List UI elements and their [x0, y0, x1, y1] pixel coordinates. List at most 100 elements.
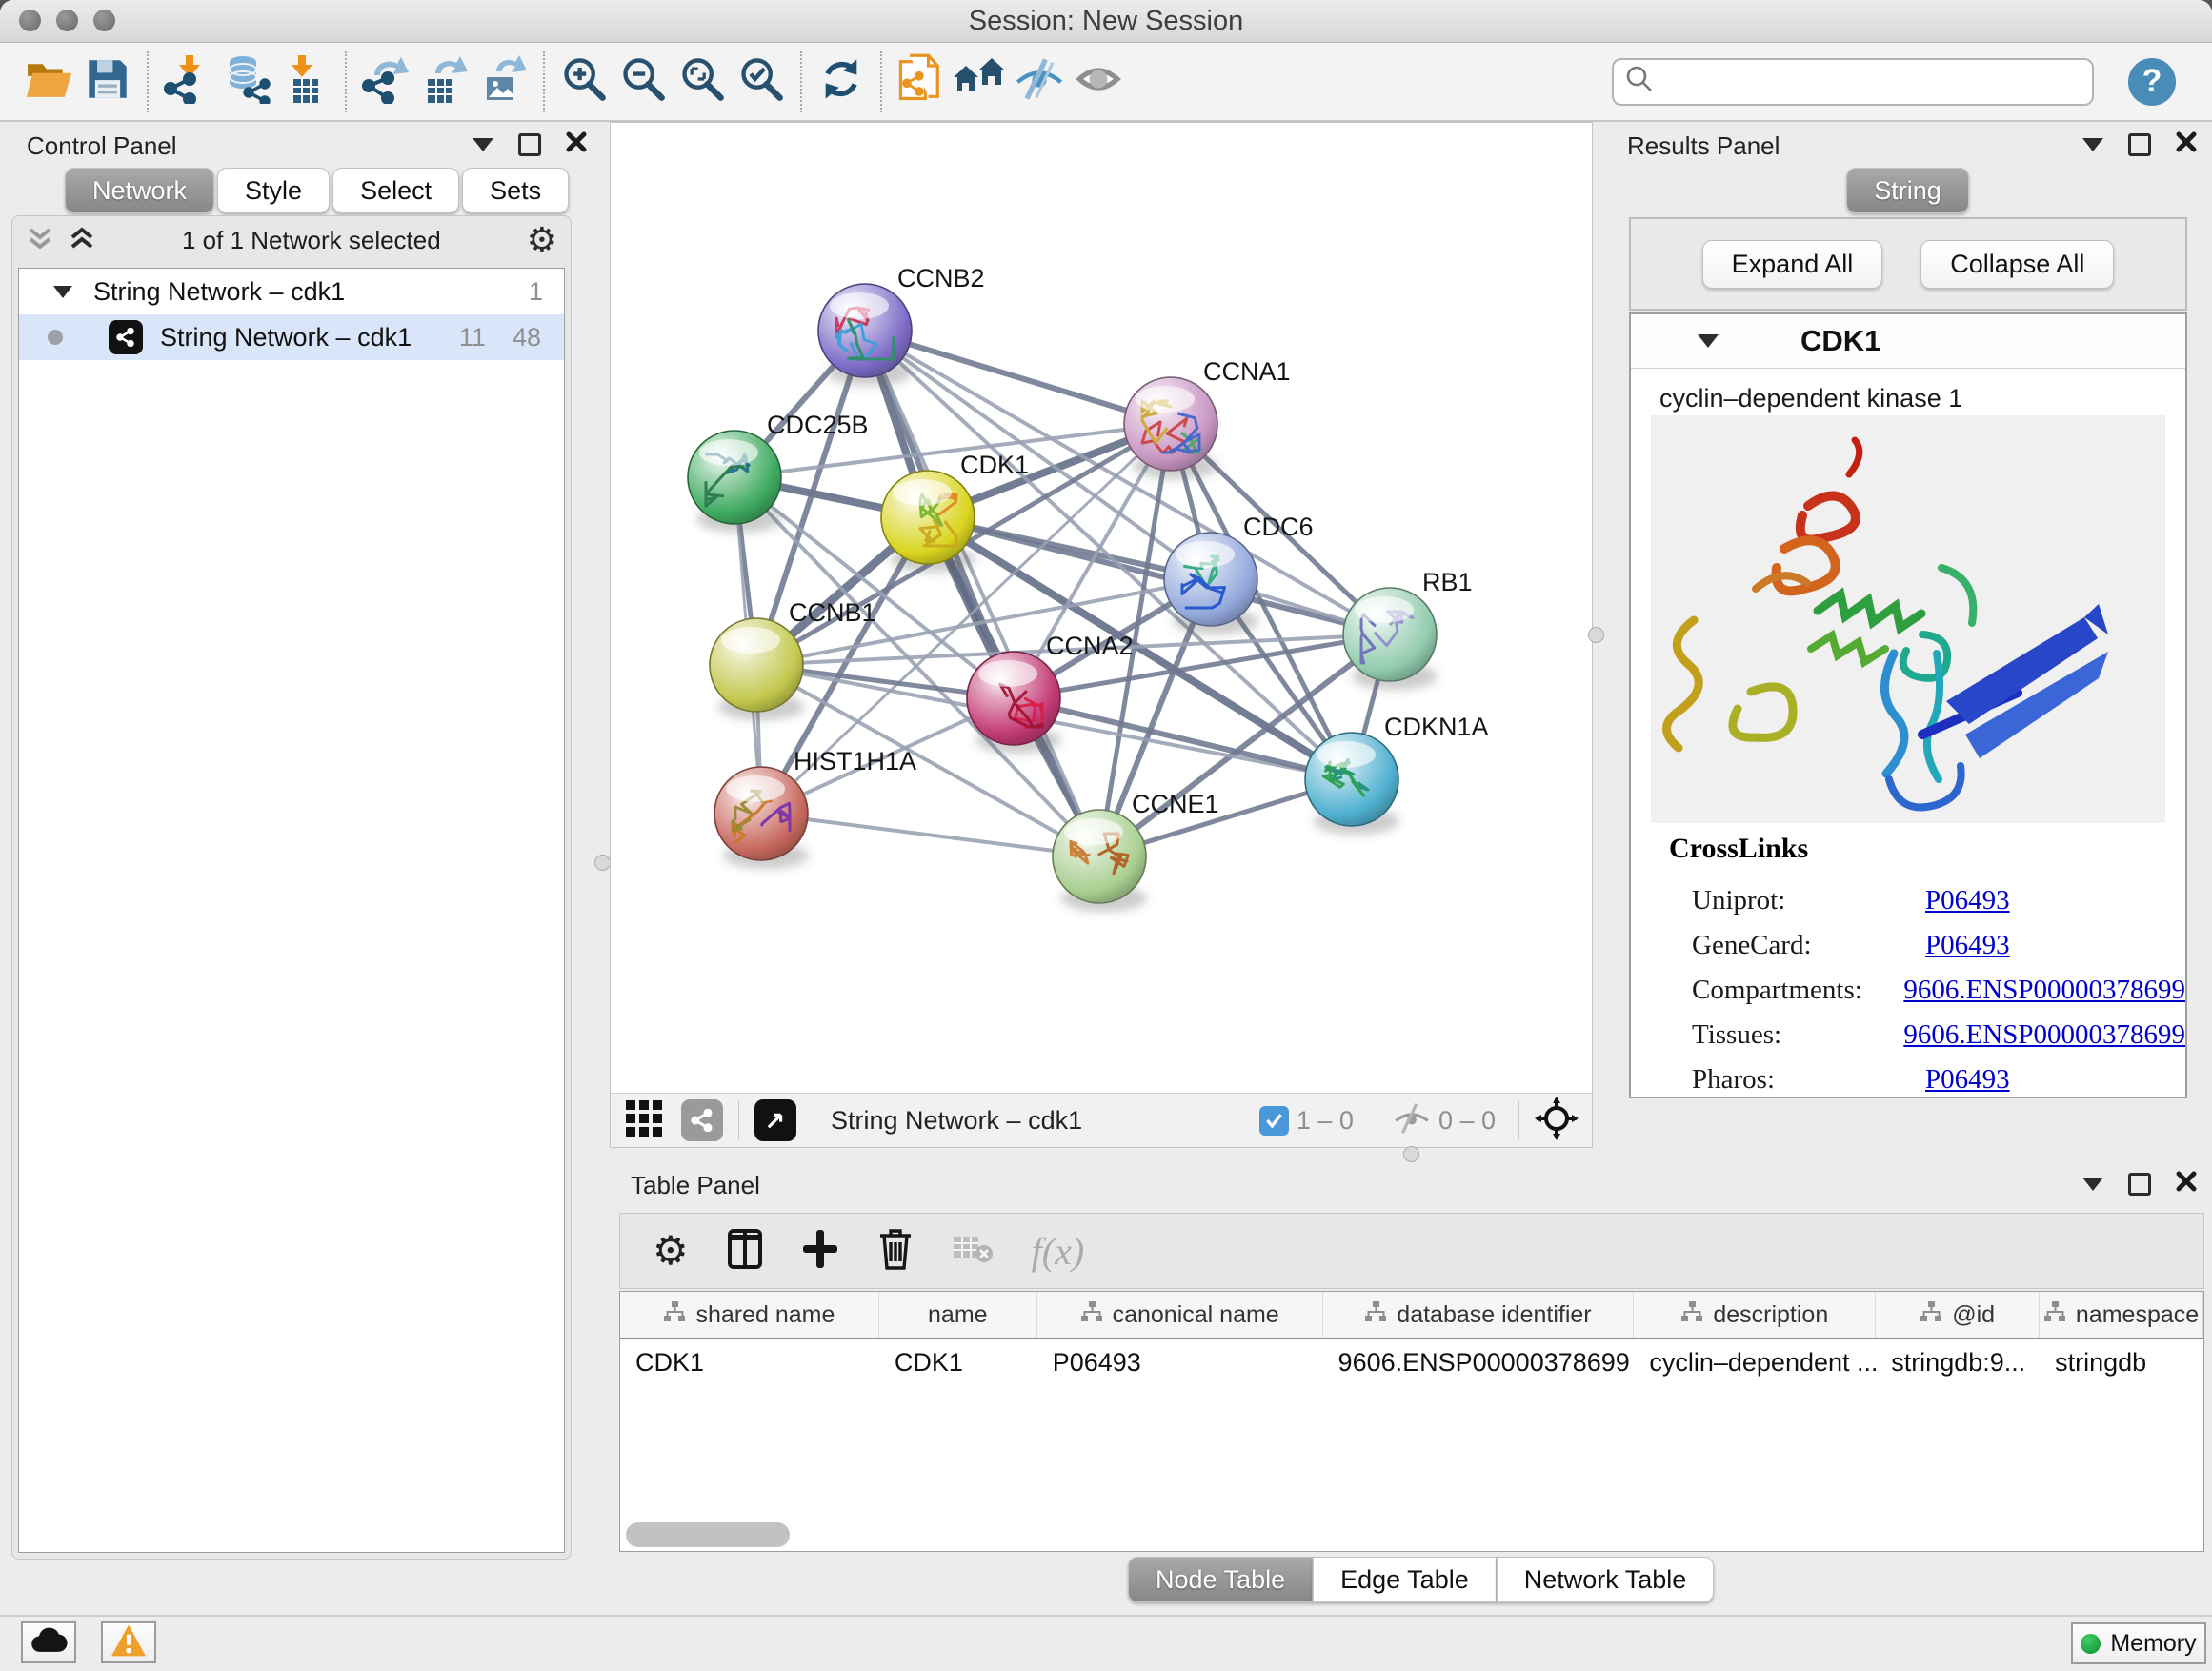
column-header-shared-name[interactable]: shared name	[620, 1292, 879, 1338]
tab-style[interactable]: Style	[217, 168, 330, 213]
cloud-status-button[interactable]	[21, 1621, 76, 1663]
toolbar-separator	[147, 51, 149, 112]
column-label: canonical name	[1113, 1301, 1279, 1329]
add-column-icon[interactable]	[801, 1228, 839, 1275]
home-networks-button[interactable]	[951, 51, 1010, 112]
node-RB1[interactable]: RB1	[1343, 568, 1473, 690]
open-session-button[interactable]	[19, 51, 78, 112]
close-table-icon[interactable]	[2176, 1171, 2197, 1197]
node-CCNB2[interactable]: CCNB2	[818, 264, 985, 386]
float-panel-icon[interactable]	[518, 133, 541, 156]
refresh-layout-button[interactable]	[812, 51, 871, 112]
node-label-CCNE1: CCNE1	[1132, 790, 1219, 818]
table-row[interactable]: CDK1CDK1P064939606.ENSP00000378699cyclin…	[620, 1339, 2203, 1385]
table-tabs: Node TableEdge TableNetwork Table	[1128, 1557, 1714, 1602]
column-label: @id	[1952, 1301, 1995, 1329]
node-CDK1[interactable]: CDK1	[881, 451, 1029, 573]
node-CDC25B[interactable]: CDC25B	[688, 411, 869, 533]
search-input[interactable]	[1663, 66, 2081, 97]
collapse-results-icon[interactable]	[2082, 138, 2103, 151]
crosslink-value-link[interactable]: P06493	[1925, 1057, 2010, 1102]
export-table-button[interactable]	[415, 51, 474, 112]
crosslink-value-link[interactable]: P06493	[1925, 923, 2010, 968]
node-HIST1H1A[interactable]: HIST1H1A	[714, 747, 916, 869]
collapse-all-button[interactable]: Collapse All	[1920, 240, 2114, 289]
tab-edge-table[interactable]: Edge Table	[1313, 1557, 1497, 1602]
gene-header-row[interactable]: CDK1	[1631, 314, 2185, 369]
expand-all-button[interactable]: Expand All	[1702, 240, 1883, 289]
fit-content-button[interactable]	[673, 51, 732, 112]
scrollbar-thumb[interactable]	[626, 1522, 790, 1547]
edge-HIST1H1A-CCNE1[interactable]	[761, 814, 1099, 856]
column-header-canonical-name[interactable]: canonical name	[1037, 1292, 1323, 1338]
column-header-name[interactable]: name	[879, 1292, 1037, 1338]
network-type-icon	[109, 320, 143, 354]
crosslink-value-link[interactable]: 9606.ENSP00000378699	[1903, 1013, 2185, 1057]
crosslink-value-link[interactable]: P06493	[1925, 878, 2010, 923]
import-table-button[interactable]	[276, 51, 335, 112]
network-options-gear-icon[interactable]: ⚙	[527, 220, 557, 260]
crosshair-icon[interactable]	[1535, 1097, 1579, 1145]
close-panel-icon[interactable]	[566, 131, 587, 157]
column-header-namespace[interactable]: namespace	[2040, 1292, 2203, 1338]
zoom-out-button[interactable]	[613, 51, 673, 112]
share-view-icon[interactable]	[681, 1099, 723, 1141]
column-header--id[interactable]: @id	[1876, 1292, 2040, 1338]
table-options-gear-icon[interactable]: ⚙	[653, 1231, 689, 1271]
grid-view-icon[interactable]	[624, 1098, 664, 1143]
crosslink-row: Tissues:9606.ENSP00000378699	[1669, 1013, 2185, 1057]
column-header-description[interactable]: description	[1634, 1292, 1876, 1338]
zoom-in-button[interactable]	[554, 51, 613, 112]
collapse-all-networks-icon[interactable]	[68, 224, 96, 257]
warnings-button[interactable]	[101, 1621, 156, 1663]
network-collection-row[interactable]: String Network – cdk1 1	[19, 269, 564, 314]
hide-graphics-button[interactable]	[1010, 51, 1069, 112]
crosslink-value-link[interactable]: 9606.ENSP00000378699	[1903, 968, 2185, 1013]
node-CCNA1[interactable]: CCNA1	[1124, 357, 1291, 479]
show-graphics-button[interactable]	[1069, 51, 1128, 112]
import-network-button[interactable]	[158, 51, 217, 112]
birds-eye-view-icon[interactable]	[754, 1099, 796, 1141]
import-network-from-database-button[interactable]	[217, 51, 276, 112]
network-column-icon	[1680, 1301, 1703, 1329]
help-button[interactable]: ?	[2128, 58, 2176, 106]
tab-sets[interactable]: Sets	[462, 168, 569, 213]
vertical-splitter-grip-right[interactable]	[1588, 627, 1604, 643]
edge-CDK1-RB1[interactable]	[928, 517, 1390, 634]
results-tab-string[interactable]: String	[1846, 168, 1969, 213]
eye-icon	[1075, 59, 1122, 104]
vertical-splitter-grip[interactable]	[594, 855, 611, 871]
node-CDC6[interactable]: CDC6	[1164, 513, 1314, 634]
network-canvas[interactable]: CCNB2CCNA1CDC25BCDK1CDC6RB1CCNB1CCNA2CDK…	[611, 123, 1592, 1093]
selected-checkbox[interactable]	[1259, 1106, 1289, 1136]
collapse-panel-icon[interactable]	[473, 138, 493, 151]
expand-all-networks-icon[interactable]	[26, 224, 54, 257]
clone-network-button[interactable]	[892, 51, 951, 112]
import-network-icon	[163, 54, 212, 109]
delete-column-icon[interactable]	[877, 1227, 914, 1276]
float-results-icon[interactable]	[2128, 133, 2151, 156]
tab-network-table[interactable]: Network Table	[1497, 1557, 1715, 1602]
network-column-icon	[1080, 1301, 1103, 1329]
network-row[interactable]: String Network – cdk1 11 48	[19, 314, 564, 360]
save-session-button[interactable]	[78, 51, 137, 112]
edge-CCNB2-CCNA1[interactable]	[865, 331, 1171, 424]
tab-network[interactable]: Network	[65, 168, 214, 213]
zoom-selected-button[interactable]	[732, 51, 791, 112]
collapse-table-icon[interactable]	[2082, 1178, 2103, 1191]
column-header-database-identifier[interactable]: database identifier	[1323, 1292, 1635, 1338]
tab-node-table[interactable]: Node Table	[1128, 1557, 1313, 1602]
node-label-CCNB1: CCNB1	[789, 598, 876, 627]
tab-select[interactable]: Select	[332, 168, 459, 213]
close-results-icon[interactable]	[2176, 131, 2197, 157]
tree-expander-icon[interactable]	[53, 286, 72, 298]
export-image-button[interactable]	[474, 51, 533, 112]
export-network-button[interactable]	[356, 51, 415, 112]
float-table-icon[interactable]	[2128, 1173, 2151, 1196]
edge-CCNB2-CCNE1[interactable]	[865, 331, 1099, 856]
magnifier-fit-icon	[678, 55, 726, 108]
show-columns-icon[interactable]	[727, 1228, 763, 1275]
gene-expander-icon[interactable]	[1698, 334, 1719, 348]
memory-button[interactable]: Memory	[2071, 1622, 2206, 1664]
node-CDKN1A[interactable]: CDKN1A	[1305, 713, 1489, 835]
